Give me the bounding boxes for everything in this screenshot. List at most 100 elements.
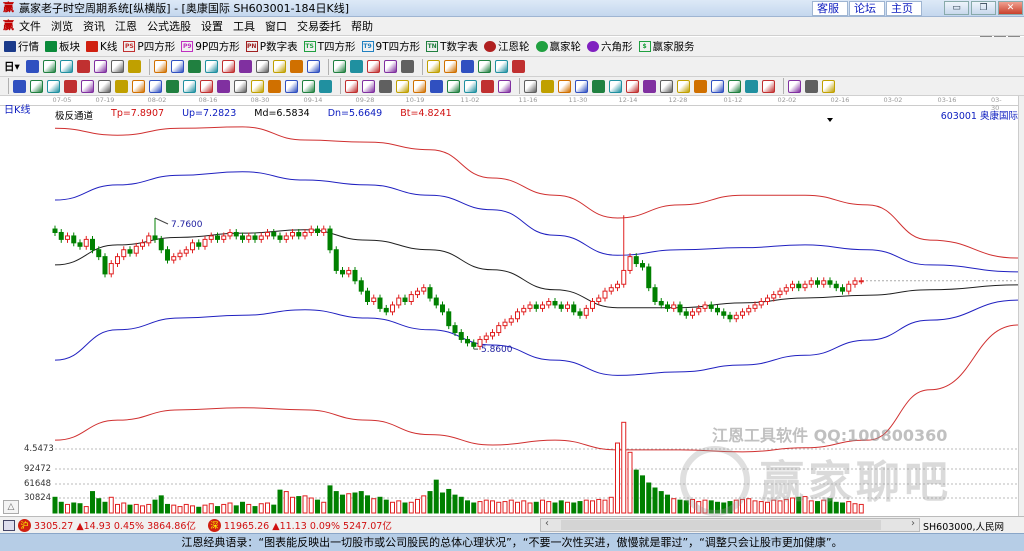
toolbar-gann-wheel-button[interactable]: 江恩轮 (484, 39, 530, 54)
minimize-button[interactable]: ▭ (944, 1, 969, 15)
ray-icon[interactable] (362, 79, 375, 93)
menu-file[interactable]: 文件 (19, 18, 41, 34)
zoom4-icon[interactable] (272, 60, 286, 73)
ticker-stock[interactable]: SH603000,人民网 (923, 519, 1004, 533)
left-icon[interactable] (187, 60, 201, 73)
vbar-icon[interactable] (319, 79, 332, 93)
scroll-thumb[interactable] (561, 520, 881, 530)
toolbar-dollar-button[interactable]: $ 赢家服务 (638, 39, 695, 54)
v-icon[interactable] (447, 79, 460, 93)
parallel-icon[interactable] (149, 79, 162, 93)
zoom6-icon[interactable] (306, 60, 320, 73)
right-icon[interactable] (204, 60, 218, 73)
toolbar-t-square-button[interactable]: TS T四方形 (303, 39, 356, 54)
palette-icon[interactable] (805, 79, 818, 93)
percent-line-icon[interactable] (575, 79, 588, 93)
star-icon[interactable] (217, 79, 230, 93)
menu-help[interactable]: 帮助 (351, 18, 373, 34)
close-button[interactable]: ✕ (998, 1, 1023, 15)
network-icon[interactable] (494, 60, 508, 73)
truck-icon[interactable] (511, 60, 525, 73)
angle2-icon[interactable] (430, 79, 443, 93)
target-icon[interactable] (200, 79, 213, 93)
restore-button[interactable]: ❐ (971, 1, 996, 15)
rect-icon[interactable] (345, 79, 358, 93)
menu-tools[interactable]: 工具 (233, 18, 255, 34)
box2-icon[interactable] (379, 79, 392, 93)
menu-window[interactable]: 窗口 (265, 18, 287, 34)
angle-icon[interactable] (183, 79, 196, 93)
menu-gann[interactable]: 江恩 (115, 18, 137, 34)
calculator-icon[interactable] (443, 60, 457, 73)
crosshair-icon[interactable] (349, 60, 363, 73)
wave-icon[interactable] (98, 79, 111, 93)
menu-news[interactable]: 资讯 (83, 18, 105, 34)
angle4-icon[interactable] (711, 79, 724, 93)
color-icon[interactable] (127, 60, 141, 73)
indicator-icon[interactable] (25, 60, 39, 73)
gold2-icon[interactable] (64, 79, 77, 93)
report-icon[interactable] (460, 60, 474, 73)
bar2-icon[interactable] (76, 60, 90, 73)
hand-icon[interactable] (332, 60, 346, 73)
box3-icon[interactable] (396, 79, 409, 93)
fib-icon[interactable] (400, 60, 414, 73)
f2-icon[interactable] (694, 79, 707, 93)
cycle-icon[interactable] (383, 60, 397, 73)
gold3-icon[interactable] (660, 79, 673, 93)
grid-icon[interactable] (285, 79, 298, 93)
toolbar-quote-grid-button[interactable]: 行情 (4, 39, 39, 54)
toolbar-p-square-button[interactable]: PS P四方形 (123, 39, 175, 54)
grid3-icon[interactable] (481, 79, 494, 93)
sz-index-value[interactable]: 11965.26 ▲11.13 0.09% 5247.07亿 (224, 518, 392, 532)
pen-icon[interactable] (13, 79, 26, 93)
grid2-icon[interactable] (464, 79, 477, 93)
menu-formula[interactable]: 公式选股 (147, 18, 191, 34)
gann-icon[interactable] (110, 60, 124, 73)
calendar-icon[interactable] (426, 60, 440, 73)
calculator-icon[interactable] (3, 519, 15, 531)
bar-icon[interactable] (59, 60, 73, 73)
toolbar-p-number-table-button[interactable]: PN P数字表 (245, 39, 298, 54)
toolbar-9p-square-button[interactable]: P9 9P四方形 (181, 39, 240, 54)
homepage-link[interactable]: 主页 (886, 1, 922, 16)
angle3-icon[interactable] (677, 79, 690, 93)
zoom2-icon[interactable] (238, 60, 252, 73)
arrow-icon[interactable] (626, 79, 639, 93)
gann-line-icon[interactable] (643, 79, 656, 93)
expand-pane-button[interactable]: △ (3, 500, 19, 514)
n2-icon[interactable] (166, 79, 179, 93)
forum-link[interactable]: 论坛 (849, 1, 885, 16)
infinity-icon[interactable] (822, 79, 835, 93)
zoom3-icon[interactable] (255, 60, 269, 73)
line-icon[interactable] (366, 60, 380, 73)
fan-icon[interactable] (115, 79, 128, 93)
stripes-icon[interactable] (498, 79, 511, 93)
percent-icon[interactable] (558, 79, 571, 93)
toolbar-9t-square-button[interactable]: T9 9T四方形 (361, 39, 420, 54)
table-icon[interactable] (788, 79, 801, 93)
angle7-icon[interactable] (762, 79, 775, 93)
lines-icon[interactable] (30, 79, 43, 93)
menu-trade[interactable]: 交易委托 (297, 18, 341, 34)
shade-icon[interactable] (413, 79, 426, 93)
period-select[interactable]: 日 ▾ (4, 59, 20, 74)
toolbar-t-number-table-button[interactable]: TN T数字表 (426, 39, 478, 54)
candle-icon[interactable] (93, 60, 107, 73)
vertical-scrollbar[interactable] (1018, 96, 1024, 516)
box-icon[interactable] (234, 79, 247, 93)
circle-icon[interactable] (132, 79, 145, 93)
menu-settings[interactable]: 设置 (201, 18, 223, 34)
angle6-icon[interactable] (745, 79, 758, 93)
save-icon[interactable] (477, 60, 491, 73)
last-icon[interactable] (170, 60, 184, 73)
ee-icon[interactable] (524, 79, 537, 93)
hbar-icon[interactable] (302, 79, 315, 93)
scroll-right-icon[interactable]: › (911, 518, 915, 529)
angle5-icon[interactable] (728, 79, 741, 93)
menu-browse[interactable]: 浏览 (51, 18, 73, 34)
toolbar-kline-button[interactable]: K线 (86, 39, 117, 54)
red-fan-icon[interactable] (268, 79, 281, 93)
scroll-left-icon[interactable]: ‹ (545, 518, 549, 529)
f-icon[interactable] (81, 79, 94, 93)
